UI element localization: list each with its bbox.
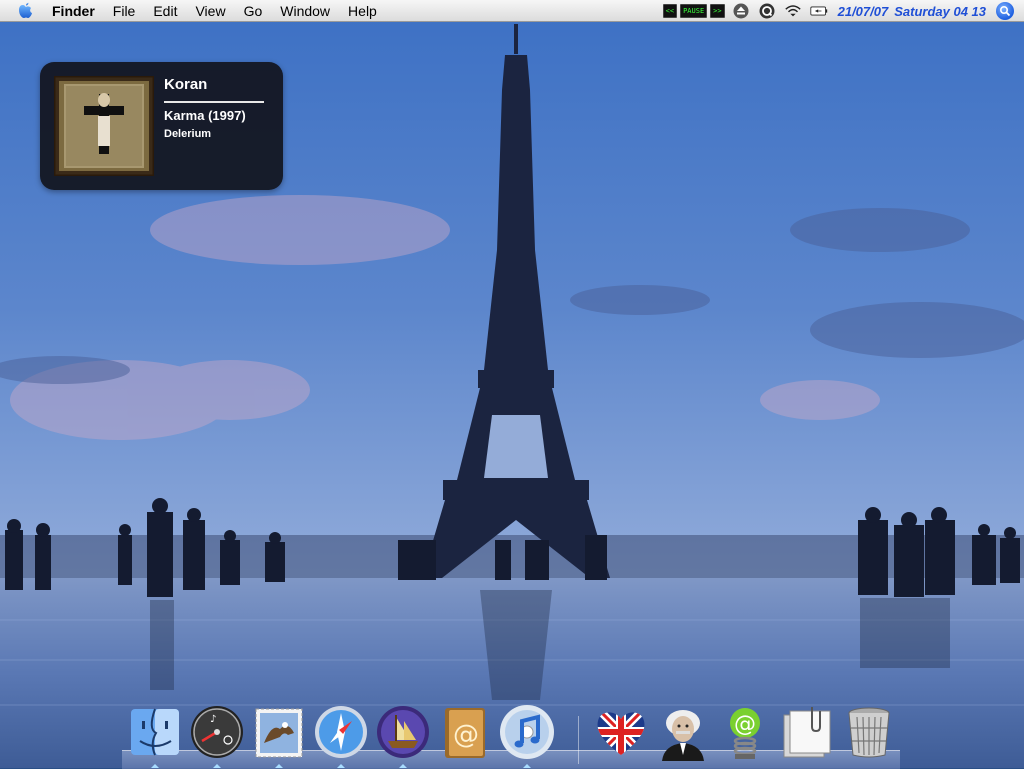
- eject-icon[interactable]: [732, 2, 750, 20]
- title-divider: [164, 101, 264, 103]
- menu-edit[interactable]: Edit: [144, 0, 186, 22]
- album-cover-art: [54, 76, 154, 176]
- dock-item-finder[interactable]: [126, 703, 184, 763]
- dock-item-safari[interactable]: [312, 703, 370, 763]
- green-at-spring-icon: @: [730, 708, 760, 759]
- menu-day-time[interactable]: Saturday 04 13: [894, 4, 986, 19]
- dock-item-dashboard[interactable]: ♪: [188, 703, 246, 763]
- safari-compass-icon: [315, 706, 367, 758]
- album-name: Karma (1997): [164, 108, 246, 123]
- now-playing-hud: Koran Karma (1997) Delerium: [40, 62, 283, 190]
- menu-bar: Finder File Edit View Go Window Help << …: [0, 0, 1024, 22]
- itunes-cd-icon: [500, 705, 554, 759]
- dock-item-itunes[interactable]: [498, 703, 556, 763]
- dashboard-running-indicator: [213, 764, 221, 768]
- einstein-portrait-icon: [662, 710, 704, 761]
- safari-running-indicator: [337, 764, 345, 768]
- quicksilver-icon[interactable]: [758, 2, 776, 20]
- ship-app-running-indicator: [399, 764, 407, 768]
- dock-item-einstein[interactable]: [654, 703, 712, 763]
- finder-face-icon: [131, 708, 179, 756]
- dock-item-trash[interactable]: [840, 703, 898, 763]
- trash-can-icon: [848, 707, 890, 758]
- menu-date[interactable]: 21/07/07: [838, 4, 889, 19]
- menu-window[interactable]: Window: [271, 0, 339, 22]
- mail-stamp-icon: [255, 708, 303, 758]
- union-jack-heart-icon: [597, 712, 645, 756]
- artist-name: Delerium: [164, 128, 212, 140]
- menu-help[interactable]: Help: [339, 0, 386, 22]
- dock-item-at-spring[interactable]: @: [716, 703, 774, 763]
- finder-running-indicator: [151, 764, 159, 768]
- wifi-icon[interactable]: [784, 2, 802, 20]
- menu-go[interactable]: Go: [235, 0, 272, 22]
- itunes-running-indicator: [523, 764, 531, 768]
- documents-clip-icon: [783, 707, 831, 758]
- track-title: Koran: [164, 76, 208, 93]
- address-book-at-icon: @: [445, 708, 485, 758]
- menu-view[interactable]: View: [186, 0, 234, 22]
- itunes-next-button[interactable]: >>: [710, 4, 725, 18]
- apple-menu-icon[interactable]: [14, 2, 36, 20]
- dock-separator: [578, 716, 579, 764]
- itunes-previous-button[interactable]: <<: [662, 4, 678, 18]
- dock-item-ship-app[interactable]: [374, 703, 432, 763]
- menu-file[interactable]: File: [104, 0, 145, 22]
- dock-item-address-book[interactable]: @: [436, 703, 494, 763]
- svg-text:♪: ♪: [210, 714, 216, 725]
- ship-globe-icon: [377, 706, 429, 758]
- dock-item-mail[interactable]: [250, 703, 308, 763]
- battery-icon[interactable]: [810, 2, 828, 20]
- dashboard-gauge-icon: ♪: [191, 706, 243, 758]
- svg-text:@: @: [734, 712, 756, 737]
- mail-running-indicator: [275, 764, 283, 768]
- dock-item-documents[interactable]: [778, 703, 836, 763]
- menu-extras: << PAUSE >> 21/07/07 Saturday 04 13: [662, 0, 1024, 22]
- spotlight-search-icon[interactable]: [996, 2, 1014, 20]
- itunes-pause-button[interactable]: PAUSE: [680, 4, 708, 18]
- dock-item-uk-heart[interactable]: [592, 703, 650, 763]
- menu-app-finder[interactable]: Finder: [50, 0, 104, 22]
- svg-text:@: @: [453, 720, 479, 750]
